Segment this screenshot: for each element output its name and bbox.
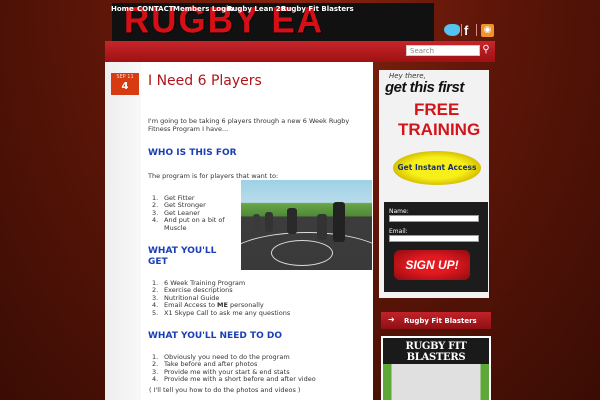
rss-icon[interactable]: ◉ — [481, 24, 494, 37]
facebook-icon[interactable]: f — [464, 23, 468, 38]
name-label: Name: — [389, 208, 409, 215]
list-item: 5. X1 Skype Call to ask me any questions — [152, 308, 291, 317]
rugby-fit-blasters-title: RUGBY FIT BLASTERS — [405, 341, 467, 363]
nav-contact[interactable]: CONTACT — [137, 5, 174, 13]
need-note: ( I'll tell you how to do the photos and… — [149, 386, 301, 394]
post-meta-strip — [105, 62, 141, 400]
heading-what-youll-get-1: WHAT YOU'LL — [148, 246, 217, 256]
nav-rugby-fit-blasters[interactable]: Rugby Fit Blasters — [281, 5, 354, 13]
heading-who-is-this-for: WHO IS THIS FOR — [148, 148, 237, 158]
widget-header-label[interactable]: Rugby Fit Blasters — [404, 317, 477, 325]
nav-members-login[interactable]: Members Login — [173, 5, 233, 13]
list-item: Muscle — [164, 223, 187, 232]
need-list: 1. Obviously you need to do the program 2… — [152, 353, 367, 384]
rugby-fit-blasters-photo — [383, 364, 489, 400]
name-field[interactable] — [389, 215, 479, 222]
date-day: 4 — [121, 81, 129, 92]
post-title[interactable]: I Need 6 Players — [148, 73, 262, 89]
list-item: 4. Provide me with a short before and aft… — [152, 375, 316, 384]
signup-button[interactable]: SIGN UP! — [394, 250, 470, 280]
optin-free: FREE — [414, 100, 460, 119]
email-label: Email: — [389, 228, 408, 235]
nav-rugby-lean-28[interactable]: Rugby Lean 28 — [227, 5, 286, 13]
arrow-right-icon: ➜ — [388, 315, 395, 324]
get-instant-access-button[interactable]: Get Instant Access — [393, 151, 481, 185]
optin-get-this-first: get this first — [385, 79, 464, 96]
social-divider — [461, 24, 462, 36]
twitter-icon[interactable] — [444, 24, 460, 36]
search-input[interactable]: Search — [406, 45, 480, 56]
post-intro: I'm going to be taking 6 players through… — [148, 117, 350, 133]
who-text: The program is for players that want to: — [148, 172, 279, 180]
nav-home[interactable]: Home — [111, 5, 134, 13]
search-icon[interactable]: ⚲ — [480, 44, 492, 56]
training-photo — [241, 180, 372, 270]
who-list: 1. Get Fitter 2. Get Stronger 3. Get Leaner… — [152, 194, 238, 232]
heading-what-youll-need: WHAT YOU'LL NEED TO DO — [148, 331, 282, 341]
get-list: 1. 6 Week Training Program 2. Exercise des… — [152, 279, 362, 317]
optin-training: TRAINING — [398, 120, 481, 139]
email-field[interactable] — [389, 235, 479, 242]
heading-what-youll-get-2: GET — [148, 257, 168, 267]
social-divider — [476, 24, 477, 36]
